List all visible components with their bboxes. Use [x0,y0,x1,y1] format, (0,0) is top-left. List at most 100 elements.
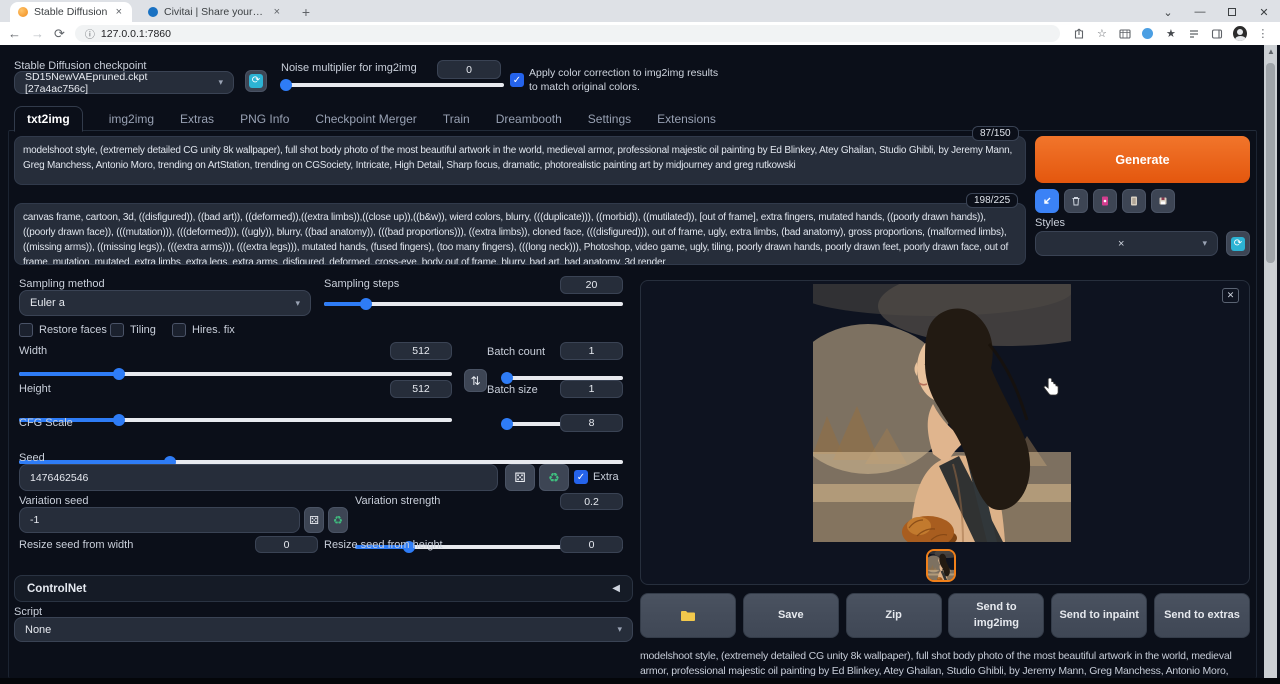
refresh-icon: ⟳ [249,74,263,88]
color-correction-checkbox[interactable] [510,73,524,87]
window-minimize-icon[interactable]: — [1184,2,1216,22]
sampling-method-select[interactable]: Euler a ▾ [19,290,311,316]
list-extension-icon[interactable] [1187,27,1201,41]
tab-checkpoint-merger[interactable]: Checkpoint Merger [315,112,416,126]
tab-close-icon[interactable]: × [114,6,124,18]
height-value[interactable]: 512 [390,380,452,398]
variation-strength-value[interactable]: 0.2 [560,493,623,510]
save-button[interactable]: Save [743,593,839,638]
window-menu-icon[interactable]: ⌄ [1152,2,1184,22]
tiling-option: Tiling [110,323,156,337]
sidebar-icon[interactable] [1210,27,1224,41]
random-variation-seed-button[interactable]: ⚄ [304,507,324,533]
stable-diffusion-favicon [18,7,28,17]
browser-tab-civitai[interactable]: Civitai | Share your models × [140,2,290,22]
window-restore-icon[interactable] [1216,2,1248,22]
width-slider[interactable] [19,372,452,376]
address-bar[interactable]: ⓘ 127.0.0.1:7860 [75,25,1060,42]
save-style-button[interactable] [1151,189,1175,213]
seed-input[interactable]: 1476462546 [19,464,498,491]
profile-avatar[interactable] [1233,27,1247,41]
recycle-icon: ♻ [333,514,343,527]
batch-count-label: Batch count [487,346,545,358]
gallery-thumbnail-selected[interactable] [926,549,956,582]
sampling-steps-value[interactable]: 20 [560,276,623,294]
noise-multiplier-slider[interactable] [282,83,504,87]
variation-seed-label: Variation seed [19,495,89,507]
restore-faces-checkbox[interactable] [19,323,33,337]
height-label: Height [19,383,51,395]
tab-txt2img[interactable]: txt2img [14,106,83,132]
notepad-icon [1128,195,1140,207]
variation-seed-input[interactable]: -1 [19,507,300,533]
clear-styles-icon[interactable]: × [1118,238,1124,250]
window-close-icon[interactable]: ✕ [1248,2,1280,22]
back-icon[interactable]: ← [8,27,21,40]
gallery-close-button[interactable]: ✕ [1222,288,1239,303]
noise-multiplier-value[interactable]: 0 [437,60,501,79]
resize-seed-height-value[interactable]: 0 [560,536,623,553]
negative-prompt-input[interactable]: canvas frame, cartoon, 3d, ((disfigured)… [14,203,1026,265]
tab-png-info[interactable]: PNG Info [240,112,289,126]
extension-star-icon[interactable]: ★ [1164,27,1178,41]
tab-img2img[interactable]: img2img [109,112,154,126]
checkpoint-refresh-button[interactable]: ⟳ [245,70,267,92]
styles-refresh-button[interactable]: ⟳ [1226,231,1250,256]
tab-title: Stable Diffusion [34,6,108,18]
zip-button[interactable]: Zip [846,593,942,638]
clear-prompt-button[interactable] [1064,189,1088,213]
paste-params-button[interactable] [1035,189,1059,213]
tab-extensions[interactable]: Extensions [657,112,716,126]
site-info-icon[interactable]: ⓘ [85,26,95,41]
open-folder-button[interactable] [640,593,736,638]
tab-settings[interactable]: Settings [588,112,631,126]
browser-menu-icon[interactable]: ⋮ [1256,27,1270,41]
swap-dimensions-button[interactable]: ⇅ [464,369,487,392]
tiling-checkbox[interactable] [110,323,124,337]
cfg-scale-value[interactable]: 8 [560,414,623,432]
prompt-input[interactable]: modelshoot style, (extremely detailed CG… [14,136,1026,185]
share-icon[interactable] [1072,27,1086,41]
checkpoint-value: SD15NewVAEpruned.ckpt [27a4ac756c] [25,71,212,95]
bookmark-star-icon[interactable]: ☆ [1095,27,1109,41]
browser-tab-stable-diffusion[interactable]: Stable Diffusion × [10,2,132,22]
new-tab-button[interactable]: + [296,2,316,22]
sampling-steps-slider[interactable] [324,302,623,306]
send-to-img2img-button[interactable]: Send to img2img [948,593,1044,638]
extra-networks-button[interactable] [1093,189,1117,213]
reuse-seed-button[interactable]: ♻ [539,464,569,491]
extra-seed-checkbox[interactable] [574,470,588,484]
scrollbar-up-arrow[interactable]: ▲ [1267,47,1275,56]
extension-blue-icon[interactable] [1141,27,1155,41]
width-value[interactable]: 512 [390,342,452,360]
forward-icon[interactable]: → [31,27,44,40]
cursor-pointer [1042,378,1060,403]
controlnet-accordion[interactable]: ControlNet ◀ [14,575,633,602]
main-tab-bar: txt2img img2img Extras PNG Info Checkpoi… [14,106,716,131]
tab-dreambooth[interactable]: Dreambooth [496,112,562,126]
tab-extras[interactable]: Extras [180,112,214,126]
batch-count-value[interactable]: 1 [560,342,623,360]
styles-select[interactable]: × ▾ [1035,231,1218,256]
media-extension-icon[interactable] [1118,27,1132,41]
tab-close-icon[interactable]: × [272,6,282,18]
reload-icon[interactable]: ⟳ [54,27,65,40]
reuse-variation-seed-button[interactable]: ♻ [328,507,348,533]
card-icon [1099,195,1111,207]
generated-image[interactable] [813,284,1071,542]
tab-train[interactable]: Train [443,112,470,126]
civitai-favicon [148,7,158,17]
batch-size-value[interactable]: 1 [560,380,623,398]
script-select[interactable]: None ▾ [14,617,633,642]
swap-arrows-icon: ⇅ [470,374,480,388]
apply-style-button[interactable] [1122,189,1146,213]
random-seed-button[interactable]: ⚄ [505,464,535,491]
resize-seed-width-value[interactable]: 0 [255,536,318,553]
height-slider[interactable] [19,418,452,422]
checkpoint-select[interactable]: SD15NewVAEpruned.ckpt [27a4ac756c] ▾ [14,71,234,94]
send-to-extras-button[interactable]: Send to extras [1154,593,1250,638]
send-to-inpaint-button[interactable]: Send to inpaint [1051,593,1147,638]
generate-button[interactable]: Generate [1035,136,1250,183]
scrollbar-thumb[interactable] [1266,63,1275,263]
hires-fix-checkbox[interactable] [172,323,186,337]
